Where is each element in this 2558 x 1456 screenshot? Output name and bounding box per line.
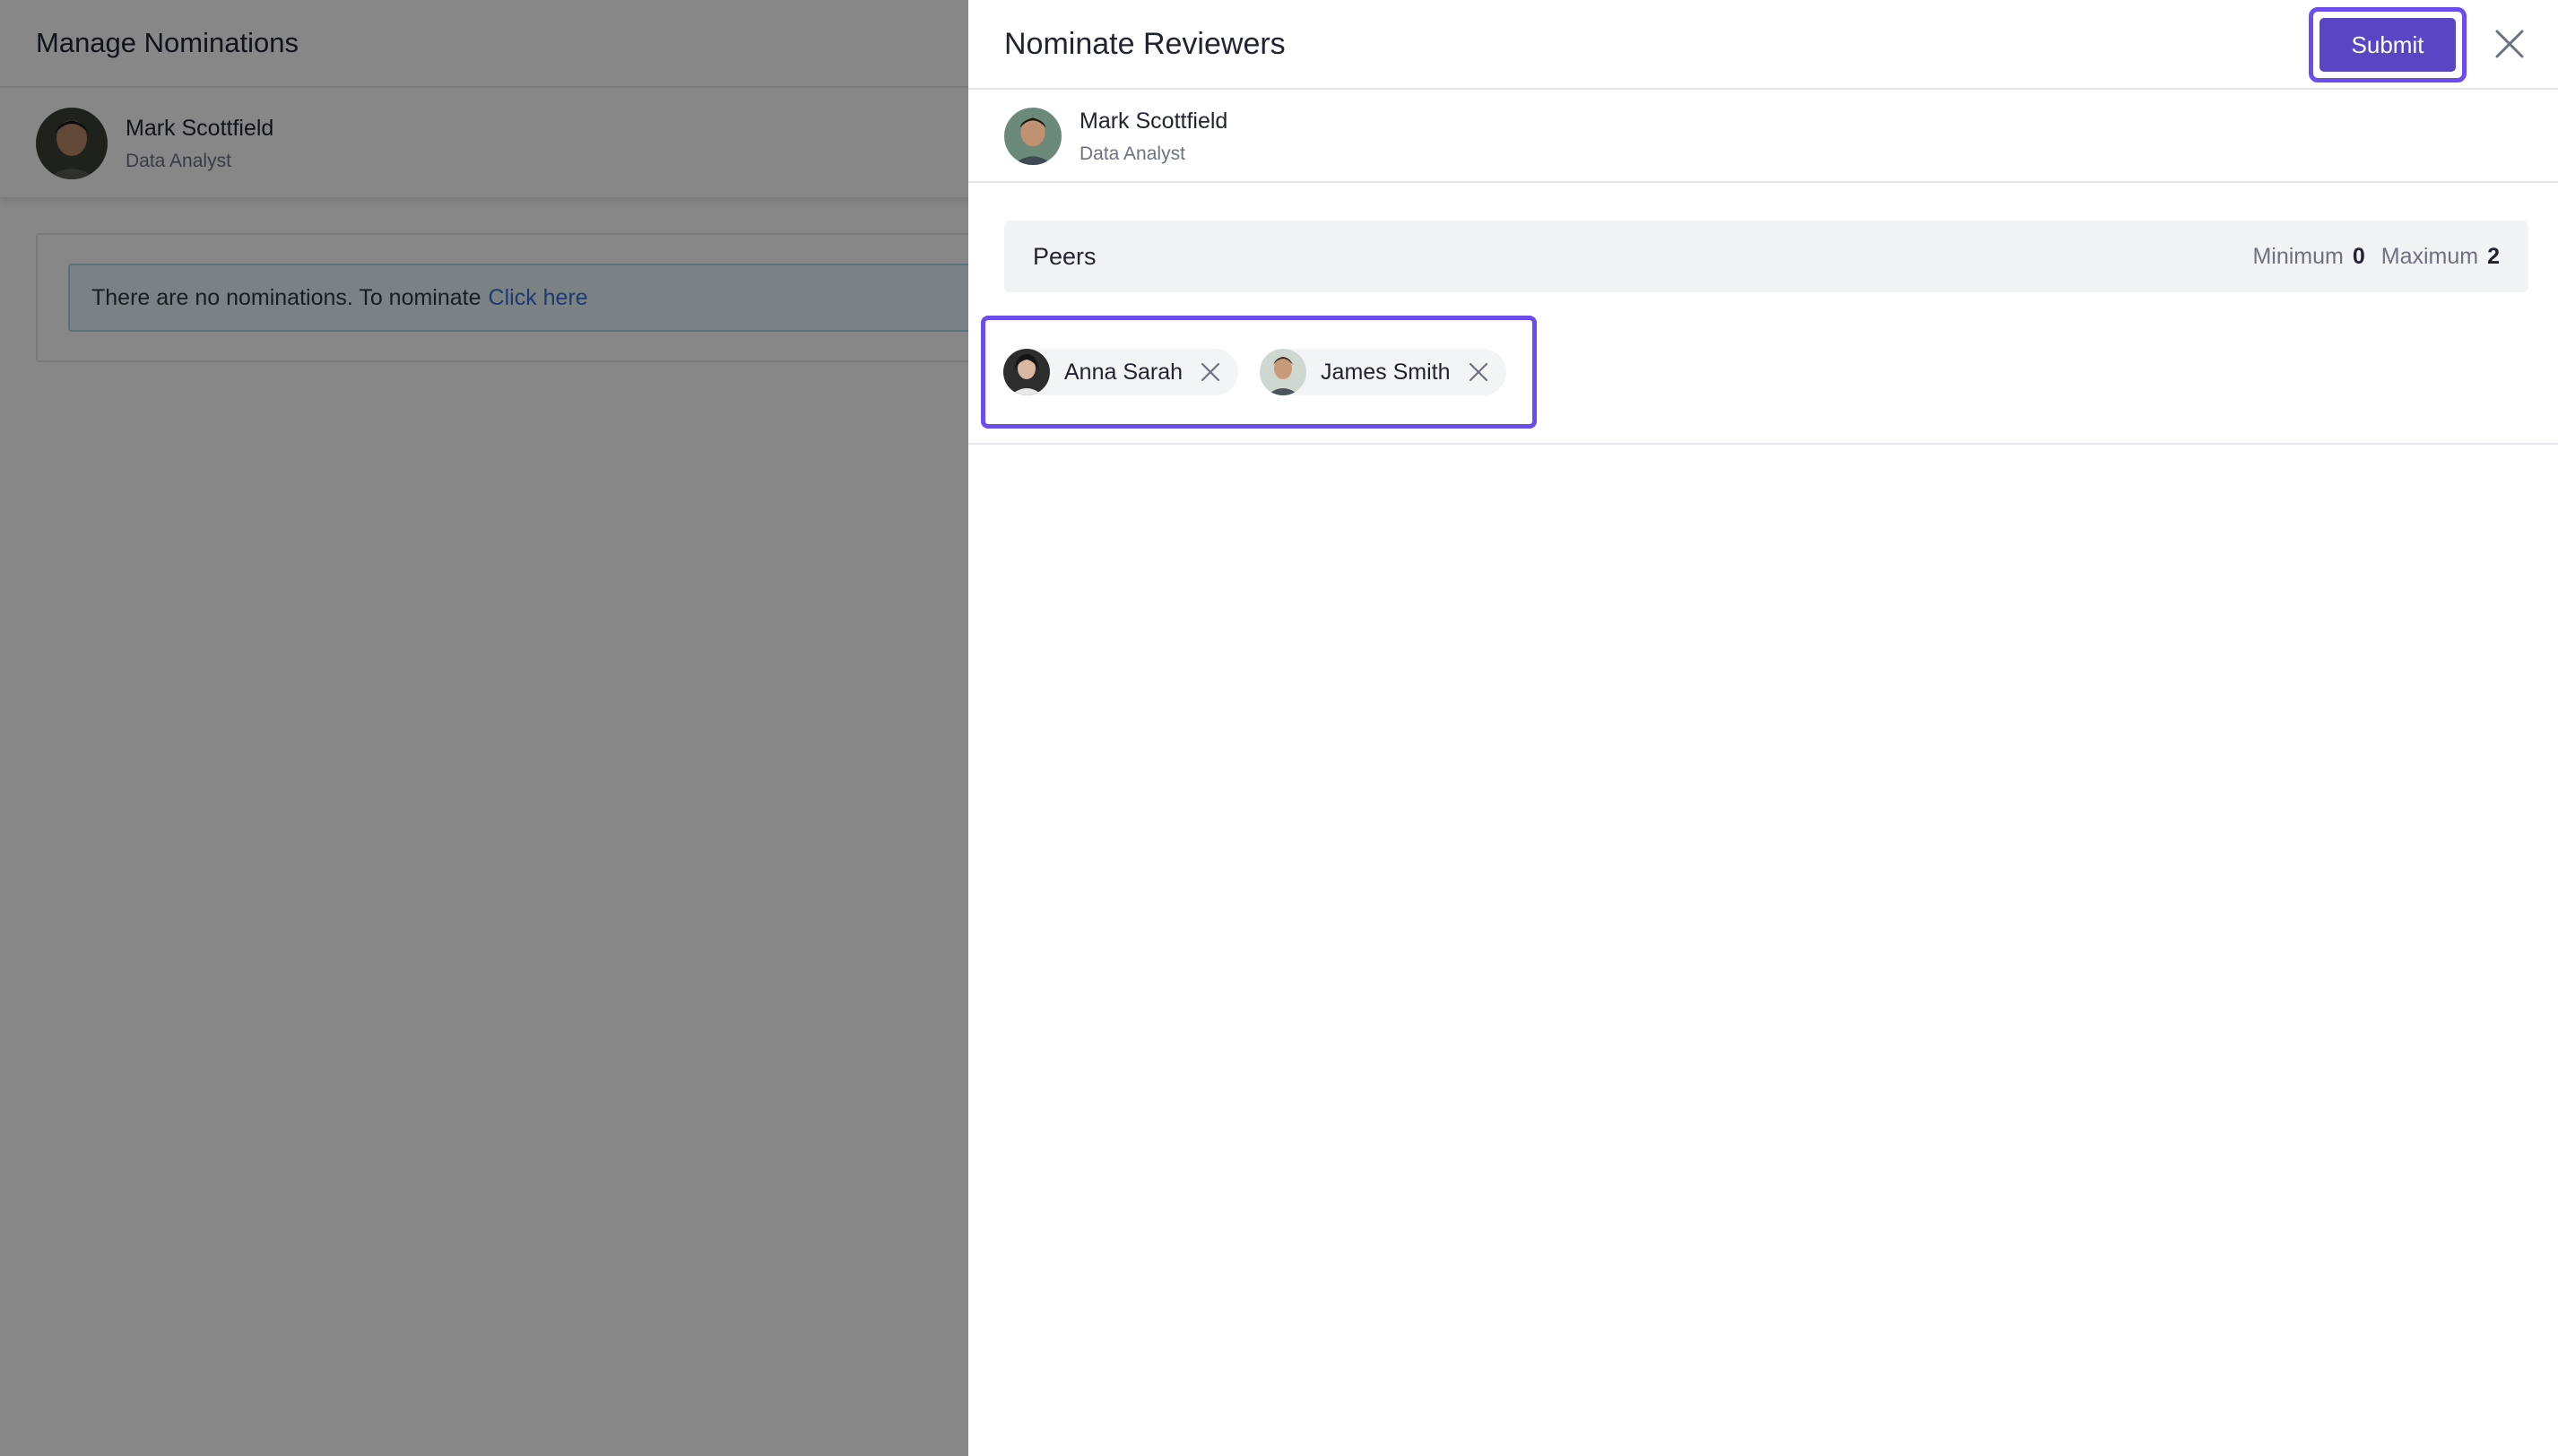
submit-highlight: Submit: [2309, 7, 2467, 82]
nominee-owner: Mark Scottfield Data Analyst: [968, 91, 2558, 183]
nominee-chip: James Smith: [1260, 349, 1506, 395]
maximum-value: 2: [2487, 243, 2500, 269]
close-icon: [1201, 362, 1220, 382]
drawer-header: Nominate Reviewers Submit: [968, 0, 2558, 90]
remove-nominee-button[interactable]: [1463, 357, 1494, 387]
nominee-chip: Anna Sarah: [1003, 349, 1239, 395]
drawer-title: Nominate Reviewers: [1004, 27, 1286, 61]
close-icon: [2495, 30, 2524, 58]
owner-role: Data Analyst: [1080, 143, 1185, 164]
remove-nominee-button[interactable]: [1195, 357, 1226, 387]
submit-button[interactable]: Submit: [2320, 18, 2456, 72]
peers-section-header: Peers Minimum 0 Maximum 2: [1004, 221, 2528, 292]
avatar: [1003, 349, 1050, 395]
peers-label: Peers: [1033, 242, 1097, 270]
peers-limits: Minimum 0 Maximum 2: [2252, 244, 2500, 270]
nominate-reviewers-drawer: Nominate Reviewers Submit Mark Scottfiel…: [968, 0, 2558, 1456]
close-icon: [1469, 362, 1487, 382]
nominee-name: James Smith: [1321, 359, 1451, 385]
owner-name: Mark Scottfield: [1080, 108, 1228, 134]
minimum-label: Minimum: [2252, 243, 2344, 269]
minimum-value: 0: [2352, 243, 2365, 269]
section-divider: [968, 443, 2558, 445]
nominee-name: Anna Sarah: [1064, 359, 1184, 385]
avatar: [1004, 108, 1062, 165]
owner-info: Mark Scottfield Data Analyst: [1080, 108, 1227, 165]
maximum-label: Maximum: [2380, 243, 2479, 269]
avatar: [1260, 349, 1307, 395]
close-button[interactable]: [2487, 22, 2532, 66]
nominees-highlight: Anna Sarah James Smith: [981, 316, 1537, 429]
